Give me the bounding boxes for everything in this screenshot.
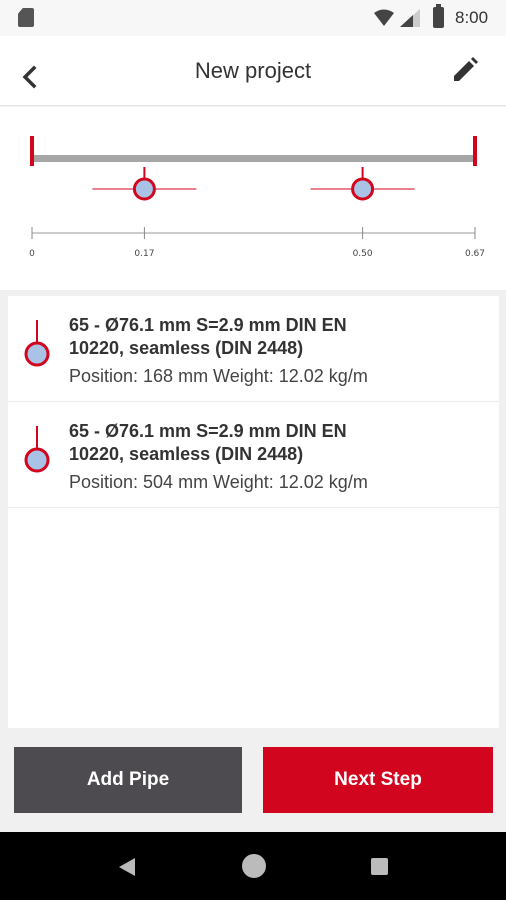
pipe-details: Position: 504 mm Weight: 12.02 kg/m (69, 472, 368, 492)
scale-tick-label: 0.17 (134, 249, 154, 259)
home-circle-icon[interactable] (242, 854, 266, 878)
pipe-list: 65 - Ø76.1 mm S=2.9 mm DIN EN 10220, sea… (8, 296, 499, 728)
system-nav-bar (0, 832, 506, 900)
wifi-icon (374, 9, 394, 26)
pipe-marker (351, 177, 375, 201)
recents-square-icon[interactable] (371, 858, 388, 875)
pipe-list-item[interactable]: 65 - Ø76.1 mm S=2.9 mm DIN EN 10220, sea… (8, 402, 499, 508)
pencil-icon (454, 57, 478, 81)
pipe-title: 65 - Ø76.1 mm S=2.9 mm DIN EN 10220, sea… (69, 420, 489, 466)
pipe-title-line1: 65 - Ø76.1 mm S=2.9 mm DIN EN (69, 315, 347, 335)
pipe-title: 65 - Ø76.1 mm S=2.9 mm DIN EN 10220, sea… (69, 314, 489, 360)
battery-icon (433, 4, 444, 28)
page-title: New project (194, 58, 312, 83)
pipe-list-item[interactable]: 65 - Ø76.1 mm S=2.9 mm DIN EN 10220, sea… (8, 296, 499, 402)
back-triangle-icon[interactable] (118, 857, 136, 877)
beam-diagram-canvas: 0 0.17 0.50 0.67 (29, 136, 485, 259)
pipe-title-line1: 65 - Ø76.1 mm S=2.9 mm DIN EN (69, 421, 347, 441)
edit-button[interactable] (448, 54, 482, 88)
scale-tick-label: 0 (29, 249, 35, 259)
pipe-title-line2: 10220, seamless (DIN 2448) (69, 444, 304, 464)
next-step-button[interactable]: Next Step (263, 747, 493, 813)
pipe-details: Position: 168 mm Weight: 12.02 kg/m (69, 366, 368, 386)
status-bar: 8:00 (0, 0, 506, 36)
beam-diagram: 0 0.17 0.50 0.67 (0, 107, 506, 290)
add-pipe-button[interactable]: Add Pipe (14, 747, 242, 813)
pipe-marker-icon (24, 426, 50, 473)
pipe-marker-icon (24, 320, 50, 367)
scale-tick-label: 0.50 (353, 249, 373, 259)
pipe-marker (132, 177, 156, 201)
sd-card-icon (18, 8, 34, 27)
support-left (30, 136, 34, 166)
beam (32, 155, 475, 162)
cell-signal-icon (400, 9, 420, 27)
app-bar: New project (0, 36, 506, 106)
scale-tick-label: 0.67 (465, 249, 485, 259)
status-time: 8:00 (455, 8, 489, 27)
support-right (473, 136, 477, 166)
pipe-title-line2: 10220, seamless (DIN 2448) (69, 338, 304, 358)
